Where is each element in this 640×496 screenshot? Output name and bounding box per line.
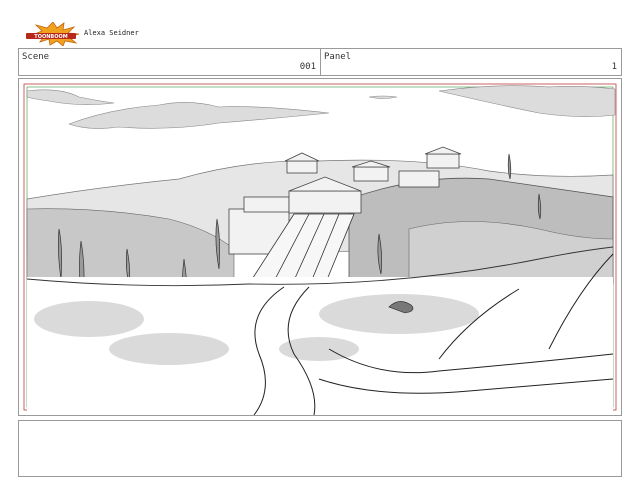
toon-boom-logo: TOONBOOM [26, 22, 80, 46]
notes-box [18, 420, 622, 477]
clouds [26, 85, 616, 129]
storyboard-sketch [23, 83, 617, 415]
scene-box: Scene 001 [18, 48, 321, 76]
panel-number: 1 [611, 62, 617, 72]
scene-label: Scene [22, 52, 50, 62]
logo-text: TOONBOOM [34, 34, 67, 40]
panel-box: Panel 1 [320, 48, 622, 76]
panel-label: Panel [324, 52, 352, 62]
storyboard-panel-frame [18, 78, 622, 416]
author-name: Alexa Seidner [84, 29, 139, 37]
scene-number: 001 [299, 62, 316, 72]
